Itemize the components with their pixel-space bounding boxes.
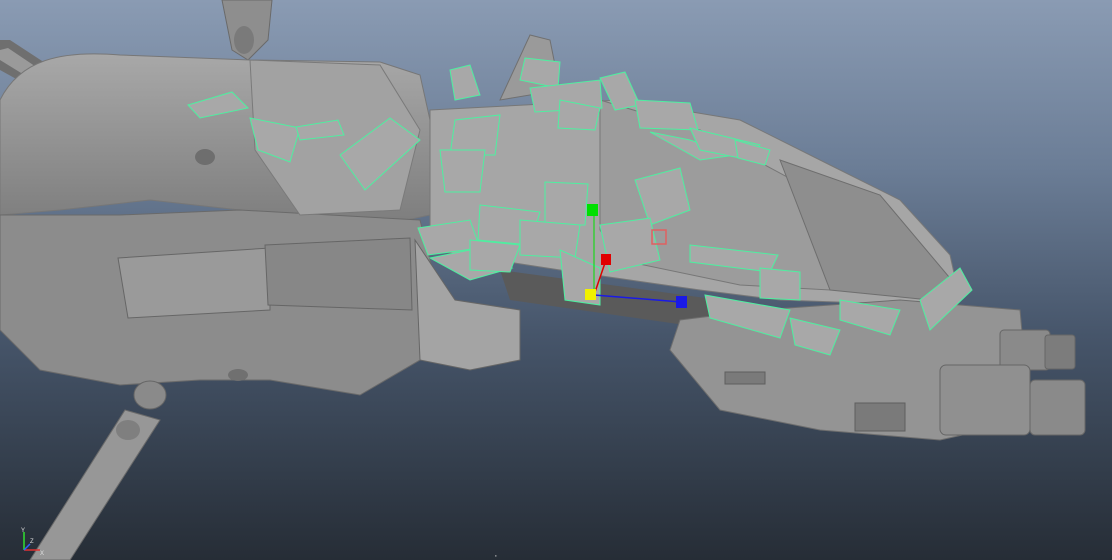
spaceship-model[interactable] (0, 0, 1112, 560)
axis-z-label: Z (30, 539, 34, 545)
landing-leg (29, 380, 167, 560)
3d-viewport[interactable]: X Y Z · (0, 0, 1112, 560)
gizmo-y-handle[interactable] (587, 204, 598, 216)
axis-indicator-icon: X Y Z (21, 528, 44, 556)
gizmo-z-handle[interactable] (601, 254, 611, 265)
gizmo-x-handle[interactable] (676, 296, 687, 308)
gizmo-center-handle[interactable] (585, 289, 596, 300)
viewport-camera-label: · (494, 550, 499, 560)
axis-x-label: X (40, 551, 44, 556)
axis-y-label: Y (21, 528, 25, 534)
nose-section (429, 34, 961, 330)
upper-strut (221, 0, 273, 61)
